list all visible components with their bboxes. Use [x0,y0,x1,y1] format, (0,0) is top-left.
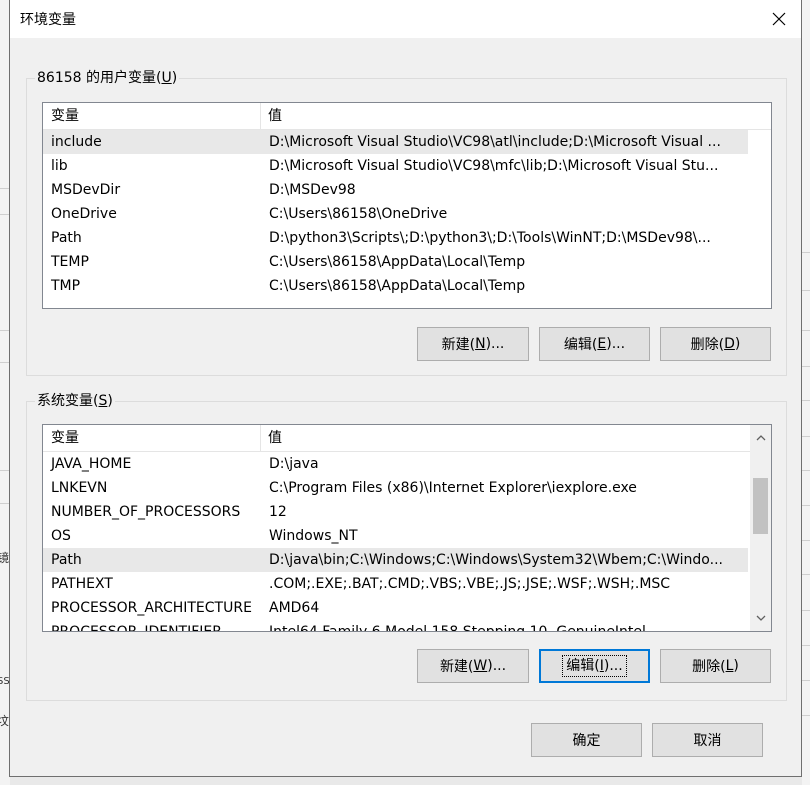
list-row[interactable]: OS Windows_NT [43,524,748,548]
ok-button[interactable]: 确定 [531,723,642,757]
list-row[interactable]: TEMP C:\Users\86158\AppData\Local\Temp [43,250,748,274]
variable-name-cell: OS [51,528,71,544]
variable-value-cell: C:\Users\86158\AppData\Local\Temp [269,278,526,294]
list-row[interactable]: MSDevDir D:\MSDev98 [43,178,748,202]
list-row[interactable]: LNKEVN C:\Program Files (x86)\Internet Ex… [43,476,748,500]
list-row[interactable]: NUMBER_OF_PROCESSORS 12 [43,500,748,524]
variable-name-cell: NUMBER_OF_PROCESSORS [51,504,241,520]
list-row[interactable]: OneDrive C:\Users\86158\OneDrive [43,202,748,226]
user-variables-legend: 86158 的用户变量(U) [35,68,180,88]
user-variable-rows: include D:\Microsoft Visual Studio\VC98\a… [43,130,748,298]
user-new-button[interactable]: 新建(N)... [417,327,529,361]
system-variable-rows: JAVA_HOME D:\java LNKEVN C:\Program Files (… [43,452,748,632]
variable-value-cell: D:\Microsoft Visual Studio\VC98\atl\incl… [269,134,721,150]
variable-value-cell: Intel64 Family 6 Model 158 Stepping 10, … [269,624,646,632]
background-glyph: 坟 [0,714,10,728]
scroll-up-button[interactable] [750,427,771,449]
user-variables-list[interactable]: 变量 值 include D:\Microsoft Visual Studio\V… [42,102,772,309]
variable-value-cell: D:\java\bin;C:\Windows;C:\Windows\System… [269,552,723,568]
column-header-variable[interactable]: 变量 [43,103,261,130]
column-header-variable[interactable]: 变量 [43,425,261,452]
user-delete-button[interactable]: 删除(D) [660,327,771,361]
variable-name-cell: PROCESSOR_IDENTIFIER [51,624,222,632]
variable-value-cell: Windows_NT [269,528,358,544]
variable-value-cell: D:\Microsoft Visual Studio\VC98\mfc\lib;… [269,158,719,174]
close-button[interactable] [765,6,793,32]
variable-name-cell: TEMP [51,254,89,270]
cancel-button[interactable]: 取消 [652,723,763,757]
system-edit-button[interactable]: 编辑(I)... [539,649,650,683]
variable-name-cell: LNKEVN [51,480,108,496]
list-row[interactable]: PATHEXT .COM;.EXE;.BAT;.CMD;.VBS;.VBE;.JS… [43,572,748,596]
column-header-value[interactable]: 值 [261,103,771,130]
list-row[interactable]: Path D:\java\bin;C:\Windows;C:\Windows\Sy… [43,548,748,572]
system-variables-group: 系统变量(S) 变量 值 JAVA_HOME D:\java LNKEVN C:\Pr… [26,391,787,701]
variable-name-cell: TMP [51,278,81,294]
system-list-scrollbar[interactable] [750,425,771,631]
system-variables-legend: 系统变量(S) [35,391,115,411]
variable-value-cell: C:\Users\86158\OneDrive [269,206,448,222]
title-bar: 环境变量 [10,0,801,38]
dialog-title: 环境变量 [20,12,76,28]
variable-value-cell: D:\python3\Scripts\;D:\python3\;D:\Tools… [269,230,711,246]
background-glyph: 镜 [0,551,10,565]
close-icon [772,12,786,26]
list-row[interactable]: include D:\Microsoft Visual Studio\VC98\a… [43,130,748,154]
scroll-down-button[interactable] [750,607,771,629]
variable-name-cell: Path [51,230,82,246]
variable-value-cell: D:\MSDev98 [269,182,356,198]
variable-name-cell: PATHEXT [51,576,113,592]
column-header-value[interactable]: 值 [261,425,750,452]
scroll-thumb[interactable] [753,478,768,534]
list-row[interactable]: PROCESSOR_ARCHITECTURE AMD64 [43,596,748,620]
list-row[interactable]: JAVA_HOME D:\java [43,452,748,476]
list-row[interactable]: TMP C:\Users\86158\AppData\Local\Temp [43,274,748,298]
environment-variables-dialog: 环境变量 86158 的用户变量(U) 变量 值 include D:\Micro… [9,0,802,777]
variable-value-cell: .COM;.EXE;.BAT;.CMD;.VBS;.VBE;.JS;.JSE;.… [269,576,671,592]
system-variables-list[interactable]: 变量 值 JAVA_HOME D:\java LNKEVN C:\Program Fi… [42,424,772,632]
variable-name-cell: MSDevDir [51,182,121,198]
variable-name-cell: include [51,134,102,150]
variable-value-cell: D:\java [269,456,319,472]
background-window-right [802,0,810,785]
variable-value-cell: 12 [269,504,287,520]
variable-name-cell: lib [51,158,68,174]
scroll-down-icon [756,615,765,621]
variable-name-cell: Path [51,552,82,568]
system-delete-button[interactable]: 删除(L) [660,649,771,683]
list-row[interactable]: PROCESSOR_IDENTIFIER Intel64 Family 6 Mod… [43,620,748,632]
variable-name-cell: JAVA_HOME [51,456,132,472]
list-header: 变量 值 [43,103,771,130]
list-header: 变量 值 [43,425,750,452]
variable-value-cell: C:\Program Files (x86)\Internet Explorer… [269,480,637,496]
variable-name-cell: OneDrive [51,206,117,222]
variable-value-cell: C:\Users\86158\AppData\Local\Temp [269,254,526,270]
user-variables-group: 86158 的用户变量(U) 变量 值 include D:\Microsoft … [26,68,787,376]
variable-name-cell: PROCESSOR_ARCHITECTURE [51,600,252,616]
list-row[interactable]: lib D:\Microsoft Visual Studio\VC98\mfc\l… [43,154,748,178]
user-edit-button[interactable]: 编辑(E)... [539,327,650,361]
scroll-up-icon [756,435,765,441]
variable-value-cell: AMD64 [269,600,320,616]
list-row[interactable]: Path D:\python3\Scripts\;D:\python3\;D:\T… [43,226,748,250]
system-new-button[interactable]: 新建(W)... [417,649,529,683]
